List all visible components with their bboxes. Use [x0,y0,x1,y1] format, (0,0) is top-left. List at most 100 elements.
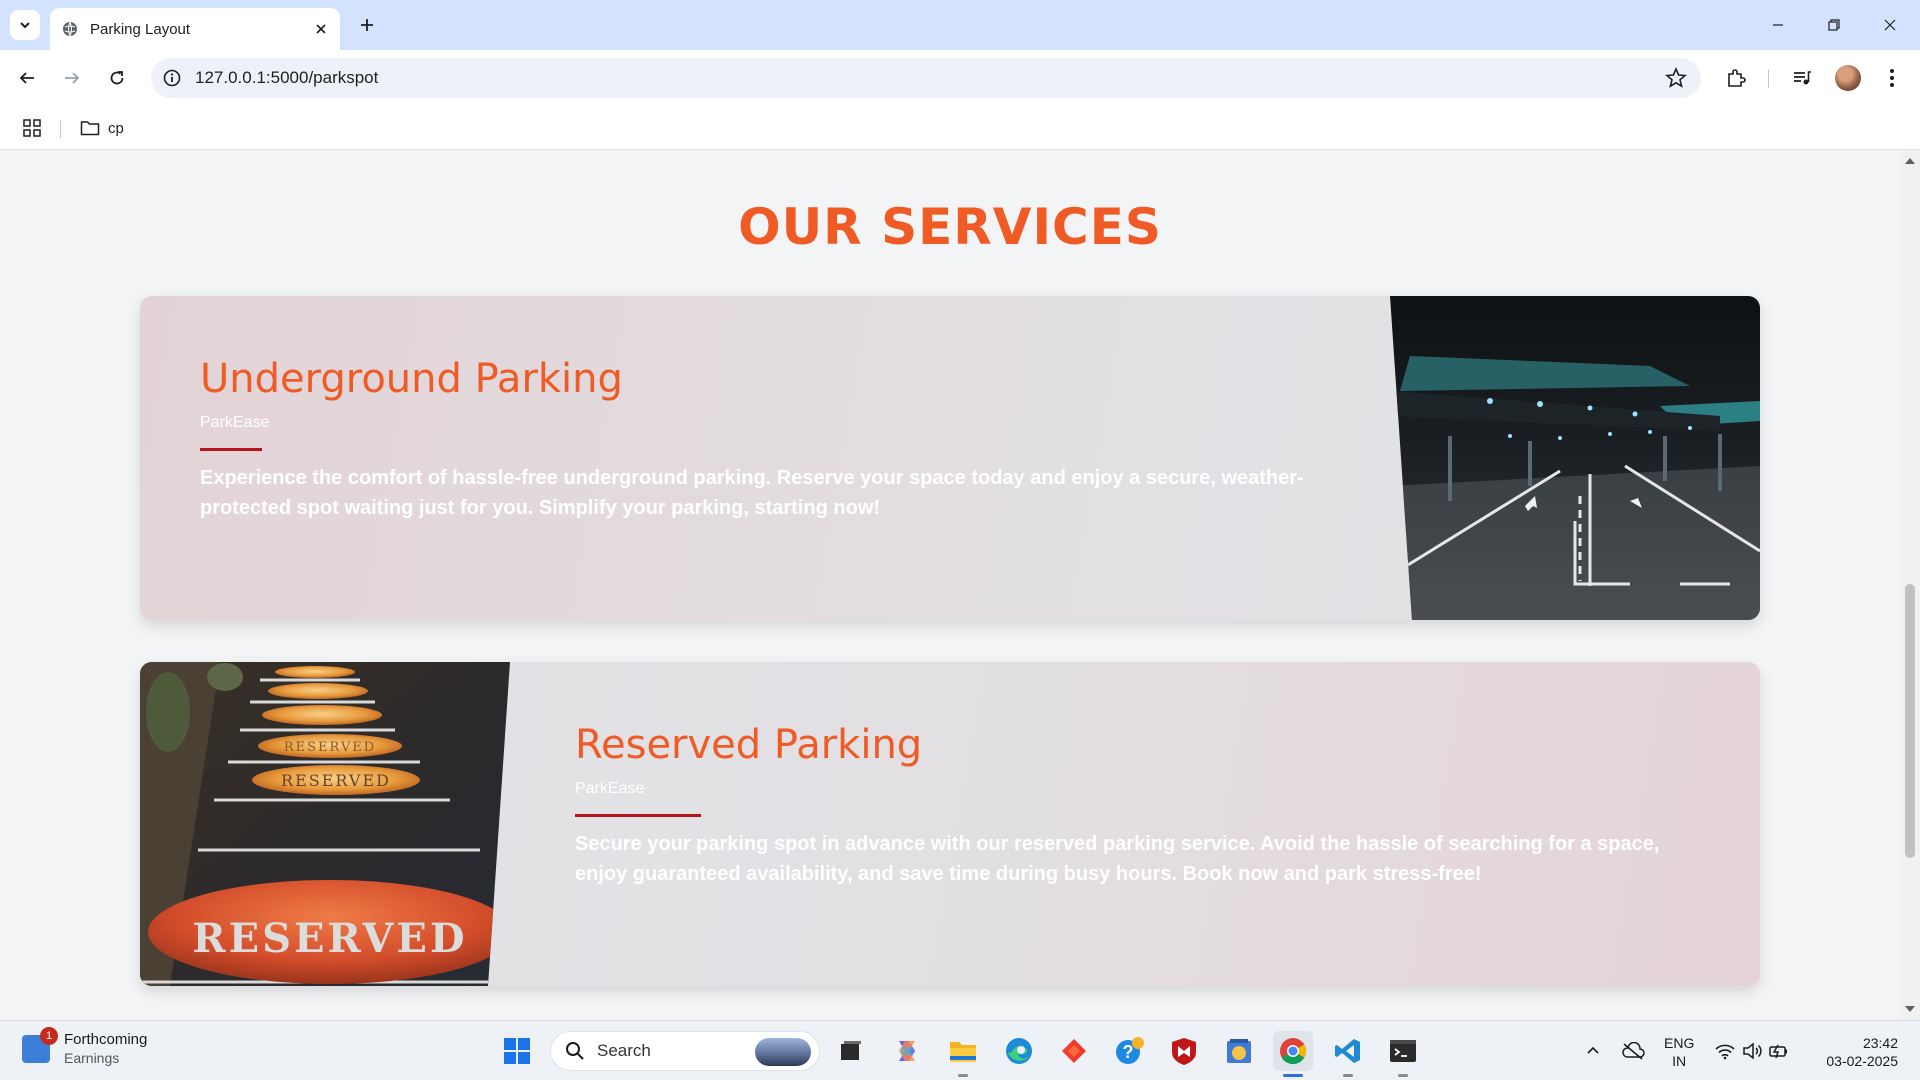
active-indicator [1283,1074,1303,1077]
card-brand: ParkEase [575,780,645,797]
chrome-button[interactable] [1273,1031,1313,1077]
app-icon [1227,1039,1251,1063]
running-indicator [958,1074,968,1077]
lang-region: IN [1672,1053,1687,1069]
restore-button[interactable] [1806,0,1862,50]
underground-parking-photo [1390,296,1760,620]
card-brand: ParkEase [200,414,270,431]
bookmark-folder-label: cp [108,119,124,137]
card-content: Underground Parking ParkEase Experience … [200,356,1330,523]
clock-date: 03-02-2025 [1826,1053,1898,1069]
service-card-underground: Underground Parking ParkEase Experience … [140,296,1760,620]
section-title: OUR SERVICES [738,198,1162,256]
browser-tab[interactable]: Parking Layout [50,8,340,50]
scrollbar-thumb[interactable] [1905,584,1915,858]
widget-subtitle: Earnings [64,1050,120,1066]
menu-button[interactable] [1876,62,1908,94]
bookmark-folder-cp[interactable]: cp [80,116,124,140]
disc-text-medium: RESERVED [281,771,391,790]
folder-icon [950,1042,976,1062]
address-bar[interactable]: 127.0.0.1:5000/parkspot [151,58,1701,98]
scroll-down-arrow[interactable] [1905,1006,1915,1012]
forward-arrow-icon [65,72,80,84]
new-tab-button[interactable] [352,10,382,40]
clock-button[interactable]: 23:42 03-02-2025 [1814,1034,1898,1070]
apps-grid-icon [23,119,41,137]
folder-icon [80,121,100,136]
url-text[interactable]: 127.0.0.1:5000/parkspot [195,68,378,88]
taskbar-search[interactable]: Search [550,1031,820,1071]
restore-icon [1828,19,1840,31]
playlist-icon [1794,71,1811,85]
disc-text-large: RESERVED [192,915,467,962]
bookmarks-bar: cp [0,106,1920,150]
close-tab-icon[interactable] [314,22,328,36]
extensions-button[interactable] [1720,62,1752,94]
anydesk-icon [1062,1039,1086,1063]
more-vertical-icon [1890,69,1894,87]
running-indicator [1398,1074,1408,1077]
page-viewport: OUR SERVICES Underground Parking ParkEas… [0,150,1900,1020]
widgets-button[interactable]: 1 Forthcoming Earnings [22,1026,147,1066]
onedrive-button[interactable] [1618,1031,1648,1071]
forward-button[interactable] [56,62,88,94]
close-window-button[interactable] [1862,0,1918,50]
terminal-button[interactable] [1383,1031,1423,1077]
bookmark-star-icon[interactable] [1665,67,1687,89]
chevron-down-icon [20,22,30,29]
card-title: Reserved Parking [575,722,923,768]
mcafee-shield-icon [1172,1038,1196,1065]
reserved-parking-photo: RESERVED RESERVED RESERVED [140,662,510,986]
file-explorer-button[interactable] [943,1031,983,1077]
media-control-button[interactable] [1786,62,1818,94]
reload-button[interactable] [101,62,133,94]
service-card-reserved: RESERVED RESERVED RESERVED Reserved Park… [140,662,1760,986]
title-underline [575,814,701,817]
input-language-button[interactable]: ENG IN [1664,1034,1694,1070]
anydesk-button[interactable] [1054,1031,1094,1071]
scroll-up-arrow[interactable] [1905,158,1915,164]
notification-badge: 1 [40,1026,58,1045]
card-description: Secure your parking spot in advance with… [575,833,1660,885]
puzzle-icon [1728,69,1746,87]
profile-button[interactable] [1832,62,1864,94]
show-hidden-icons-button[interactable] [1580,1031,1606,1071]
copilot-button[interactable] [887,1031,927,1071]
site-info-icon[interactable] [163,69,181,87]
back-button[interactable] [11,62,43,94]
wifi-icon [1715,1044,1735,1060]
apps-button[interactable] [20,116,44,140]
task-view-button[interactable] [831,1031,871,1071]
search-highlight-image [755,1038,811,1066]
copilot-icon [899,1041,915,1061]
quick-settings-button[interactable] [1712,1031,1792,1071]
task-view-icon [841,1041,861,1060]
minimize-button[interactable] [1750,0,1806,50]
browser-toolbar: 127.0.0.1:5000/parkspot [0,50,1920,106]
plus-icon [361,19,373,31]
app-button[interactable] [1219,1031,1259,1071]
title-underline [200,448,262,451]
mcafee-button[interactable] [1164,1031,1204,1071]
card-description: Experience the comfort of hassle-free un… [200,467,1304,519]
vscode-button[interactable] [1328,1031,1368,1077]
reload-icon [110,71,124,85]
terminal-icon [1390,1040,1416,1062]
cloud-offline-icon [1622,1042,1645,1060]
page-scrollbar[interactable] [1900,150,1920,1020]
card-content: Reserved Parking ParkEase Secure your pa… [575,722,1705,889]
edge-button[interactable] [999,1031,1039,1071]
lang-code: ENG [1664,1035,1695,1051]
battery-charging-icon [1769,1044,1787,1059]
help-button[interactable]: ? [1110,1031,1150,1071]
clock-time: 23:42 [1862,1035,1898,1051]
start-button[interactable] [497,1031,537,1071]
edge-icon [1006,1038,1032,1064]
close-icon [1884,19,1896,31]
taskbar: 1 Forthcoming Earnings Search ? ENG IN 2… [0,1020,1920,1080]
tab-title: Parking Layout [90,20,191,38]
vscode-icon [1335,1039,1360,1063]
tab-search-button[interactable] [10,10,40,40]
toolbar-divider [1768,70,1769,88]
chevron-up-icon [1587,1046,1599,1054]
